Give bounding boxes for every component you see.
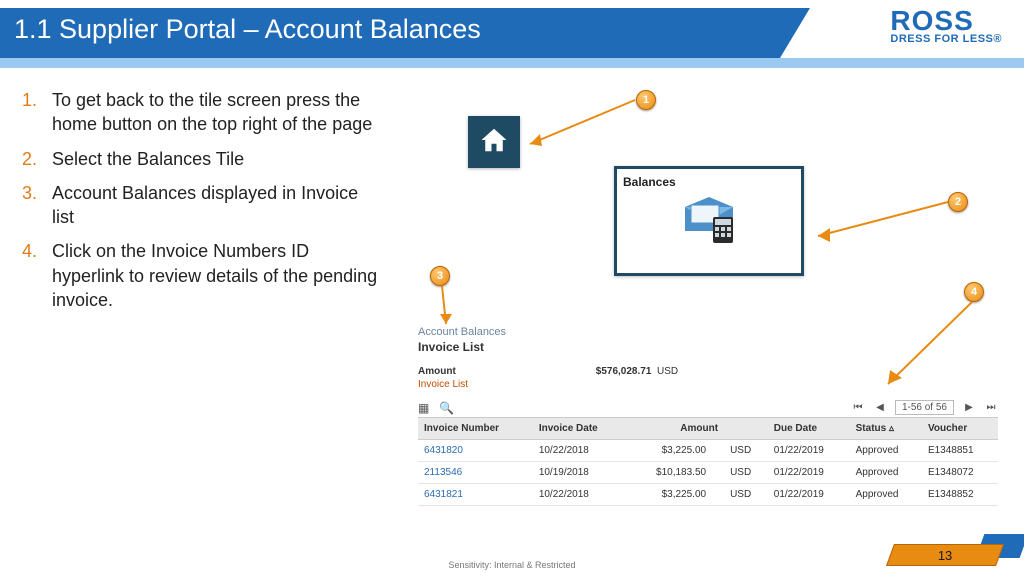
step-item: To get back to the tile screen press the… — [18, 88, 378, 137]
cell-ccy: USD — [724, 462, 768, 484]
pager-range[interactable]: 1-56 of 56 — [895, 400, 954, 415]
balances-tile-title: Balances — [623, 175, 795, 189]
cell-status: Approved — [850, 462, 922, 484]
home-button[interactable] — [468, 116, 520, 168]
page-title: 1.1 Supplier Portal – Account Balances — [14, 14, 481, 45]
cell-due: 01/22/2019 — [768, 484, 850, 506]
amount-value: $576,028.71 USD — [596, 366, 678, 377]
ross-logo: ROSS DRESS FOR LESS® — [890, 8, 1002, 45]
grid-icon[interactable]: ▦ — [418, 401, 429, 415]
cell-due: 01/22/2019 — [768, 440, 850, 462]
table-row: 6431821 10/22/2018 $3,225.00 USD 01/22/2… — [418, 484, 998, 506]
col-ccy — [724, 418, 768, 440]
header-light-band — [0, 58, 1024, 68]
slide: 1.1 Supplier Portal – Account Balances R… — [0, 0, 1024, 576]
step-item: Click on the Invoice Numbers ID hyperlin… — [18, 239, 378, 312]
balances-tile[interactable]: Balances — [614, 166, 804, 276]
cell-due: 01/22/2019 — [768, 462, 850, 484]
cell-ccy: USD — [724, 440, 768, 462]
step-item: Account Balances displayed in Invoice li… — [18, 181, 378, 230]
cell-ccy: USD — [724, 484, 768, 506]
cell-voucher: E1348851 — [922, 440, 998, 462]
breadcrumb: Account Balances — [418, 326, 998, 338]
pager-last-icon[interactable]: ⏭ — [984, 402, 998, 413]
sensitivity-label: Sensitivity: Internal & Restricted — [0, 560, 1024, 570]
cell-amount: $10,183.50 — [626, 462, 724, 484]
col-invoice-date[interactable]: Invoice Date — [533, 418, 627, 440]
invoice-number-link[interactable]: 6431821 — [418, 484, 533, 506]
invoice-number-link[interactable]: 2113546 — [418, 462, 533, 484]
steps-list: To get back to the tile screen press the… — [18, 88, 378, 322]
arrow-1 — [520, 100, 650, 160]
pager: ⏮ ◀ 1-56 of 56 ▶ ⏭ — [851, 400, 998, 415]
logo-main: ROSS — [890, 8, 1002, 33]
cell-amount: $3,225.00 — [626, 484, 724, 506]
home-icon — [479, 125, 509, 160]
col-status[interactable]: Status ▵ — [850, 418, 922, 440]
col-voucher[interactable]: Voucher — [922, 418, 998, 440]
amount-label: Amount — [418, 366, 456, 377]
col-due-date[interactable]: Due Date — [768, 418, 850, 440]
invoice-list-subheading: Invoice List — [418, 379, 998, 390]
callout-marker-4: 4 — [964, 282, 984, 302]
cell-voucher: E1348072 — [922, 462, 998, 484]
cell-date: 10/19/2018 — [533, 462, 627, 484]
arrow-2 — [810, 200, 960, 250]
col-invoice-number[interactable]: Invoice Number — [418, 418, 533, 440]
table-row: 6431820 10/22/2018 $3,225.00 USD 01/22/2… — [418, 440, 998, 462]
cell-date: 10/22/2018 — [533, 484, 627, 506]
cell-amount: $3,225.00 — [626, 440, 724, 462]
cell-date: 10/22/2018 — [533, 440, 627, 462]
invoice-list-heading: Invoice List — [418, 340, 998, 354]
search-icon[interactable]: 🔍 — [439, 401, 454, 415]
amount-summary: Amount $576,028.71 USD — [418, 366, 998, 377]
pager-next-icon[interactable]: ▶ — [962, 402, 976, 413]
col-amount[interactable]: Amount — [626, 418, 724, 440]
invoice-table: Invoice Number Invoice Date Amount Due D… — [418, 418, 998, 506]
callout-marker-3: 3 — [430, 266, 450, 286]
cell-status: Approved — [850, 484, 922, 506]
pager-first-icon[interactable]: ⏮ — [851, 402, 865, 413]
pager-prev-icon[interactable]: ◀ — [873, 402, 887, 413]
header: 1.1 Supplier Portal – Account Balances — [0, 0, 1024, 70]
invoice-number-link[interactable]: 6431820 — [418, 440, 533, 462]
invoice-toolbar: ▦ 🔍 ⏮ ◀ 1-56 of 56 ▶ ⏭ — [418, 396, 998, 418]
table-row: 2113546 10/19/2018 $10,183.50 USD 01/22/… — [418, 462, 998, 484]
invoice-panel: Account Balances Invoice List Amount $57… — [418, 326, 998, 506]
cell-status: Approved — [850, 440, 922, 462]
table-header-row: Invoice Number Invoice Date Amount Due D… — [418, 418, 998, 440]
logo-sub: DRESS FOR LESS® — [890, 33, 1002, 45]
balances-tile-icon — [623, 197, 795, 247]
cell-voucher: E1348852 — [922, 484, 998, 506]
step-item: Select the Balances Tile — [18, 147, 378, 171]
